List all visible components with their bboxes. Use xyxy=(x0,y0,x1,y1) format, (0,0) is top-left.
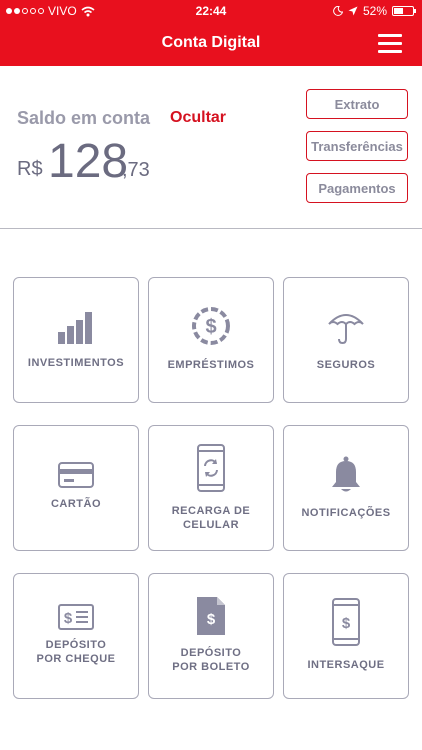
svg-text:$: $ xyxy=(205,316,216,338)
bell-icon xyxy=(284,456,408,494)
tile-intersaque[interactable]: $ INTERSAQUE xyxy=(283,573,409,699)
tile-notifications[interactable]: NOTIFICAÇÕES xyxy=(283,425,409,551)
app-header: VIVO 22:44 52% Conta Digital xyxy=(0,0,422,66)
tile-label: DEPÓSITO POR CHEQUE xyxy=(36,639,116,665)
tile-label: CARTÃO xyxy=(50,498,102,510)
svg-text:$: $ xyxy=(207,611,216,628)
battery-percentage: 52% xyxy=(362,4,387,18)
section-divider xyxy=(0,228,422,229)
tile-investments[interactable]: INVESTIMENTOS xyxy=(13,277,139,403)
svg-text:$: $ xyxy=(342,615,351,632)
statement-button[interactable]: Extrato xyxy=(306,89,408,119)
transfers-button[interactable]: Transferências xyxy=(306,131,408,161)
svg-text:$: $ xyxy=(64,610,73,627)
page-title: Conta Digital xyxy=(161,34,261,51)
tile-label: NOTIFICAÇÕES xyxy=(301,507,391,519)
status-bar: VIVO 22:44 52% xyxy=(0,0,422,22)
tile-label: INVESTIMENTOS xyxy=(27,357,125,369)
tile-loans[interactable]: $ EMPRÉSTIMOS xyxy=(148,277,274,403)
payments-button[interactable]: Pagamentos xyxy=(306,173,408,203)
battery-icon xyxy=(392,6,416,16)
location-arrow-icon xyxy=(348,6,358,16)
credit-card-icon xyxy=(14,462,138,488)
balance-amount: 128 xyxy=(48,135,129,188)
hide-balance-link[interactable]: Ocultar xyxy=(170,109,226,127)
balance-label: Saldo em conta xyxy=(17,108,151,128)
balance-cents: ,73 xyxy=(122,159,150,181)
tile-label: SEGUROS xyxy=(316,359,376,371)
dollar-coin-icon: $ xyxy=(149,306,273,346)
bar-chart-icon xyxy=(14,308,138,344)
tile-insurance[interactable]: SEGUROS xyxy=(283,277,409,403)
tile-phone-recharge[interactable]: RECARGA DE CELULAR xyxy=(148,425,274,551)
tile-label: EMPRÉSTIMOS xyxy=(167,359,255,371)
tile-boleto-deposit[interactable]: $ DEPÓSITO POR BOLETO xyxy=(148,573,274,699)
tile-label: DEPÓSITO POR BOLETO xyxy=(172,647,250,673)
tile-label: RECARGA DE CELULAR xyxy=(171,505,251,531)
umbrella-icon xyxy=(284,306,408,346)
phone-dollar-icon: $ xyxy=(284,598,408,646)
tile-check-deposit[interactable]: $ DEPÓSITO POR CHEQUE xyxy=(13,573,139,699)
moon-icon xyxy=(333,6,343,16)
phone-refresh-icon xyxy=(149,444,273,492)
tile-card[interactable]: CARTÃO xyxy=(13,425,139,551)
currency-symbol: R$ xyxy=(17,158,43,180)
document-dollar-icon: $ xyxy=(149,596,273,636)
hamburger-menu-icon[interactable] xyxy=(378,34,402,54)
tile-label: INTERSAQUE xyxy=(307,659,385,671)
check-icon: $ xyxy=(14,604,138,630)
